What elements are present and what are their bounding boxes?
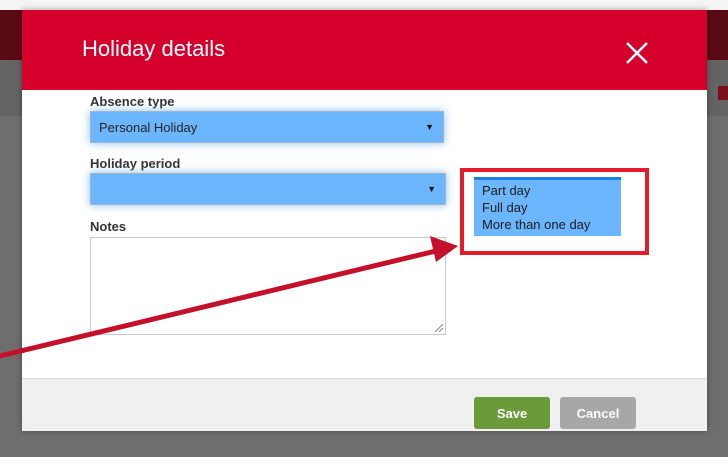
close-icon[interactable]	[622, 38, 652, 68]
save-button[interactable]: Save	[474, 397, 550, 429]
chevron-down-icon: ▼	[427, 184, 436, 194]
holiday-period-options: Part day Full day More than one day	[474, 177, 621, 236]
cancel-button[interactable]: Cancel	[560, 397, 636, 429]
background-accent	[718, 86, 728, 100]
chevron-down-icon: ▼	[425, 122, 434, 132]
notes-label: Notes	[90, 219, 127, 234]
holiday-period-label: Holiday period	[90, 156, 181, 171]
option-more-than-one-day[interactable]: More than one day	[474, 216, 621, 233]
dialog-title: Holiday details	[82, 36, 226, 61]
holiday-period-select[interactable]: ▼	[90, 173, 446, 205]
option-part-day[interactable]: Part day	[474, 182, 621, 199]
option-full-day[interactable]: Full day	[474, 199, 621, 216]
dialog-header: Holiday details	[22, 10, 707, 90]
dialog-footer: Save Cancel	[22, 378, 707, 431]
holiday-details-dialog: Holiday details Absence type Personal Ho…	[22, 10, 707, 431]
notes-textarea[interactable]	[90, 237, 446, 335]
absence-type-select[interactable]: Personal Holiday ▼	[90, 111, 444, 143]
background-top-bar	[0, 0, 728, 10]
absence-type-label: Absence type	[90, 94, 175, 109]
resize-grip-icon[interactable]	[435, 324, 443, 332]
absence-type-value: Personal Holiday	[99, 120, 198, 135]
